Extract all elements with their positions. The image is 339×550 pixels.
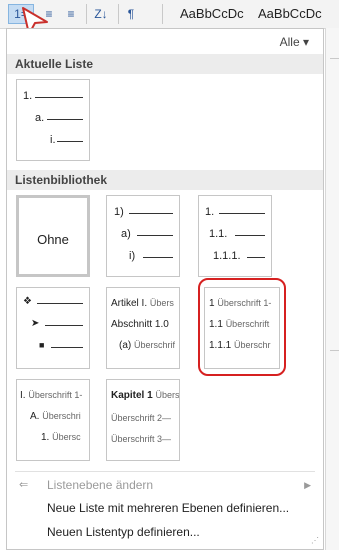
document-area	[325, 28, 339, 550]
menu-separator	[15, 471, 315, 472]
arrow-bullet-icon: ➤	[31, 318, 40, 329]
highlight-annotation	[198, 278, 286, 376]
define-multilevel-list-item[interactable]: Neue Liste mit mehreren Ebenen definiere…	[47, 501, 289, 515]
level-line	[35, 97, 83, 98]
level-line	[219, 213, 265, 214]
style-no-spacing[interactable]: AaBbCcDc	[258, 6, 322, 21]
filter-label: Alle	[279, 35, 300, 49]
section-list-library: Listenbibliothek	[7, 170, 323, 190]
resize-grip-icon[interactable]: ⋰	[311, 536, 319, 545]
ribbon-separator	[162, 4, 163, 24]
level2-label: Überschrift 2—	[111, 413, 172, 423]
level3-label: i)	[129, 250, 136, 262]
level3-label: (a) Überschrif	[119, 340, 176, 351]
increase-indent-icon: ≡	[67, 7, 75, 21]
level-line	[143, 257, 173, 258]
level-line	[45, 325, 83, 326]
ribbon-separator	[118, 4, 119, 24]
diamond-bullet-icon: ❖	[23, 296, 32, 307]
sort-button[interactable]: Z↓	[90, 4, 112, 24]
level1-label: Kapitel 1 Übers	[111, 390, 180, 401]
level2-label: Abschnitt 1.0	[111, 319, 169, 330]
list-decimal-tile[interactable]: 1. 1.1. 1.1.1.	[198, 195, 272, 277]
level3-label: i.	[50, 134, 56, 146]
ribbon-separator	[86, 4, 87, 24]
ribbon-toolbar: 1= ≡ ≡ Z↓ ¶ AaBbCcDc AaBbCcDc	[0, 0, 339, 29]
level2-label: a.	[35, 112, 45, 124]
level-line	[37, 303, 83, 304]
current-list-tile[interactable]: 1. a. i.	[16, 79, 90, 161]
level-line	[47, 119, 83, 120]
style-normal[interactable]: AaBbCcDc	[180, 6, 244, 21]
show-formatting-button[interactable]: ¶	[122, 4, 140, 24]
level1-label: 1.	[23, 90, 33, 102]
none-label: Ohne	[37, 232, 69, 247]
pilcrow-icon: ¶	[127, 7, 135, 21]
level-line	[235, 235, 265, 236]
level-line	[51, 347, 83, 348]
document-line	[330, 58, 339, 59]
level1-label: 1)	[114, 206, 124, 218]
level1-label: Artikel I. Übers	[111, 298, 174, 309]
multilevel-list-dropdown: Alle ▾ Aktuelle Liste 1. a. i. Listenbib…	[6, 28, 324, 550]
level1-label: 1.	[205, 206, 215, 218]
filter-dropdown[interactable]: Alle ▾	[280, 35, 309, 49]
list-kapitel-tile[interactable]: Kapitel 1 Übers Überschrift 2— Überschri…	[106, 379, 180, 461]
list-artikel-tile[interactable]: Artikel I. Übers Abschnitt 1.0 (a) Übers…	[106, 287, 180, 369]
level-line	[247, 257, 265, 258]
list-bullets-tile[interactable]: ❖ ➤ ■	[16, 287, 90, 369]
list-paren-tile[interactable]: 1) a) i)	[106, 195, 180, 277]
level-line	[137, 235, 173, 236]
level2-label: 1.1.	[209, 228, 228, 240]
chevron-right-icon: ▶	[304, 480, 311, 490]
level-line	[57, 141, 83, 142]
level3-label: Überschrift 3—	[111, 434, 172, 444]
level1-label: I. Überschrift 1-	[20, 390, 83, 401]
increase-indent-button[interactable]: ≡	[62, 4, 80, 24]
level2-label: a)	[121, 228, 131, 240]
square-bullet-icon: ■	[39, 340, 45, 350]
change-list-level-icon: ⇐	[19, 479, 29, 491]
chevron-down-icon: ▾	[302, 35, 309, 49]
define-list-style-item[interactable]: Neuen Listentyp definieren...	[47, 525, 200, 539]
level3-label: 1. Übersc	[41, 432, 81, 443]
level2-label: A. Überschri	[30, 411, 81, 422]
change-list-level-item[interactable]: Listenebene ändern	[47, 478, 153, 492]
document-line	[330, 350, 339, 351]
list-none-tile[interactable]: Ohne	[16, 195, 90, 277]
section-current-list: Aktuelle Liste	[7, 54, 323, 74]
level3-label: 1.1.1.	[213, 250, 241, 262]
level-line	[129, 213, 173, 214]
list-roman-tile[interactable]: I. Überschrift 1- A. Überschri 1. Übersc	[16, 379, 90, 461]
sort-icon: Z↓	[94, 7, 108, 21]
